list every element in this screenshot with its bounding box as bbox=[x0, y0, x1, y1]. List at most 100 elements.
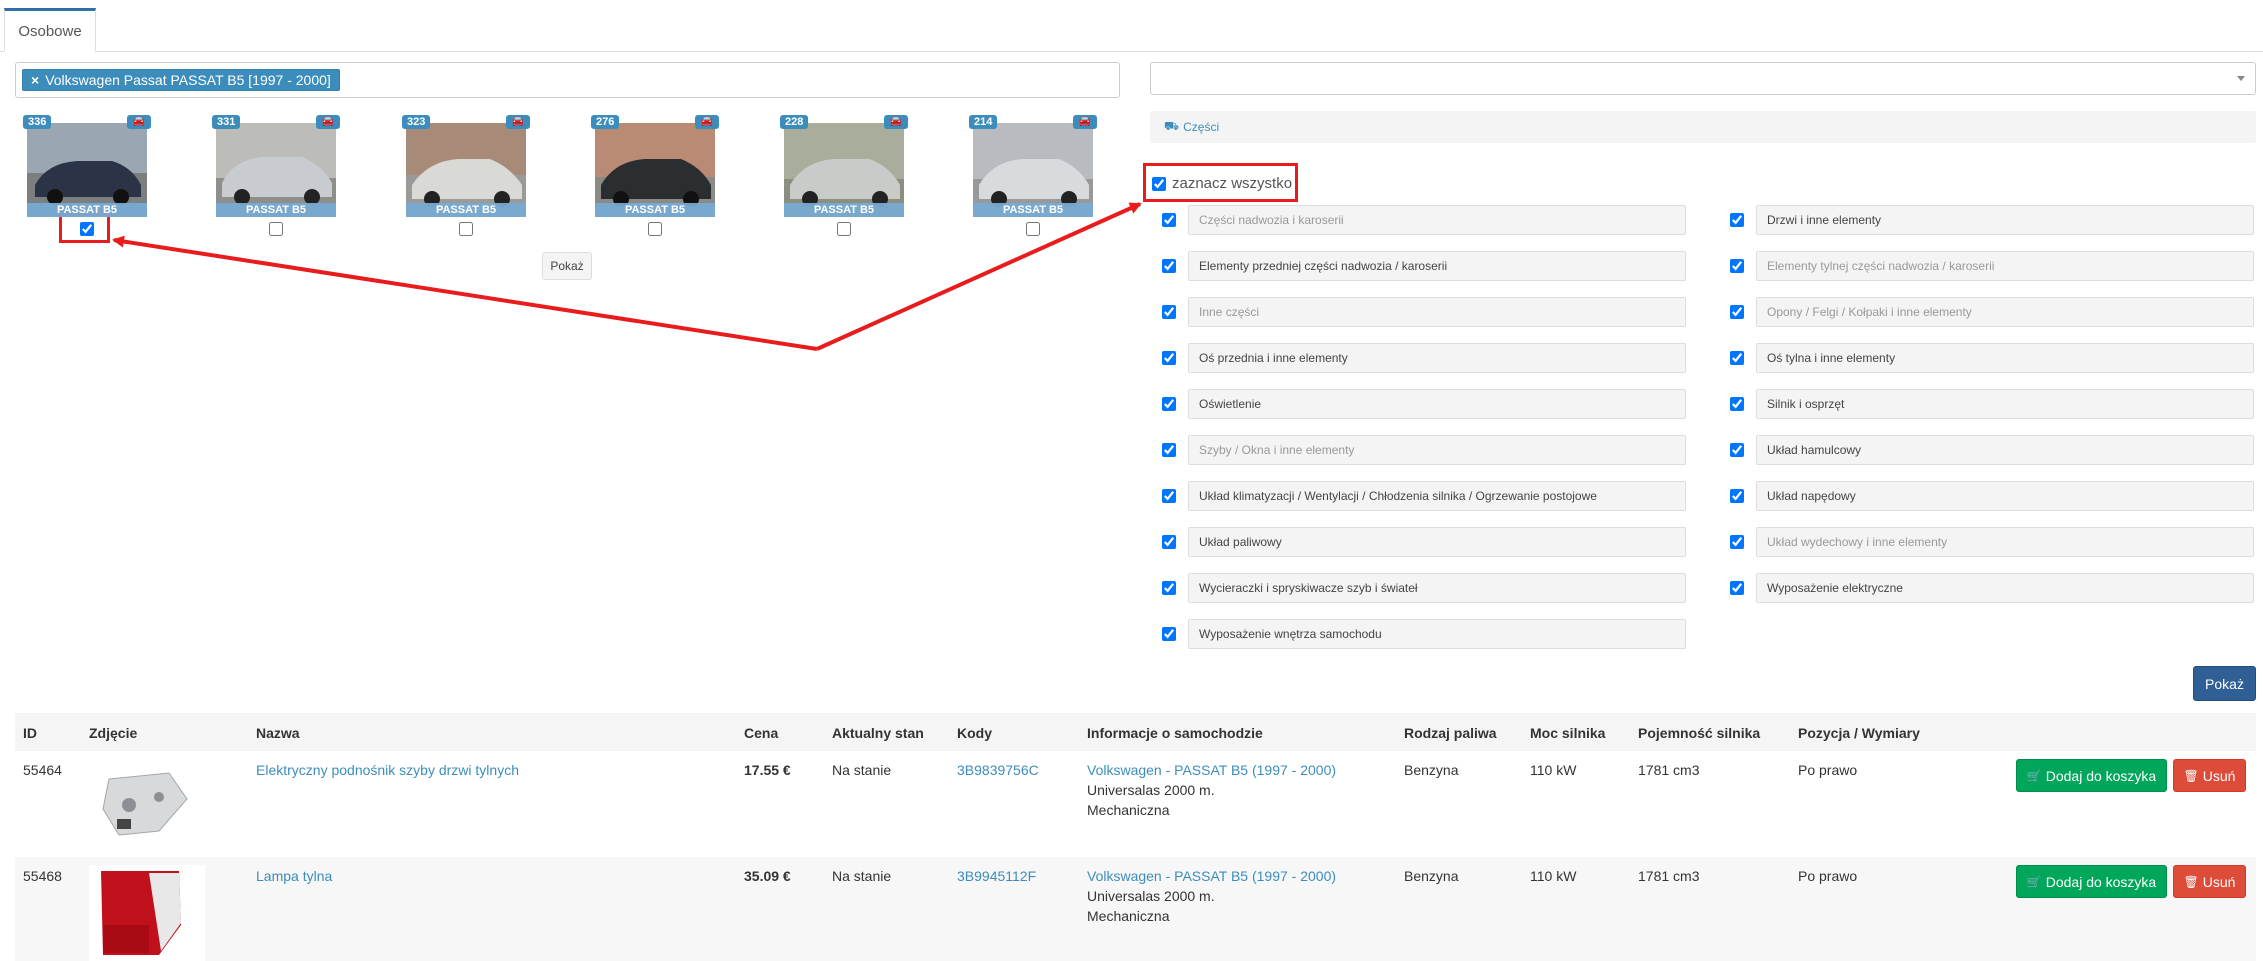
column-header: Nazwa bbox=[256, 725, 300, 741]
part-position: Po prawo bbox=[1798, 762, 1858, 778]
category-item[interactable]: Wyposażenie elektryczne bbox=[1718, 573, 2254, 603]
car-icon: 🚘 bbox=[127, 115, 151, 129]
category-item[interactable]: Elementy przedniej części nadwozia / kar… bbox=[1150, 251, 1686, 281]
category-checkbox-wrap[interactable] bbox=[1718, 343, 1756, 373]
add-to-cart-button[interactable]: 🛒 Dodaj do koszyka bbox=[2016, 759, 2167, 792]
category-checkbox[interactable] bbox=[1730, 535, 1744, 549]
car-checkbox[interactable] bbox=[269, 222, 283, 236]
car-count-badge: 336 bbox=[23, 115, 52, 129]
category-item[interactable]: Drzwi i inne elementy bbox=[1718, 205, 2254, 235]
category-item[interactable]: Wycieraczki i spryskiwacze szyb i świate… bbox=[1150, 573, 1686, 603]
model-filter-tag[interactable]: × Volkswagen Passat PASSAT B5 [1997 - 20… bbox=[22, 69, 340, 91]
category-item[interactable]: Szyby / Okna i inne elementy bbox=[1150, 435, 1686, 465]
category-item[interactable]: Elementy tylnej części nadwozia / karose… bbox=[1718, 251, 2254, 281]
category-checkbox-wrap[interactable] bbox=[1718, 435, 1756, 465]
add-to-cart-button[interactable]: 🛒 Dodaj do koszyka bbox=[2016, 865, 2167, 898]
category-checkbox-wrap[interactable] bbox=[1718, 481, 1756, 511]
delete-button[interactable]: 🗑 Usuń bbox=[2173, 759, 2246, 792]
category-checkbox[interactable] bbox=[1730, 397, 1744, 411]
car-checkbox[interactable] bbox=[648, 222, 662, 236]
column-header: Aktualny stan bbox=[832, 725, 924, 741]
category-checkbox-wrap[interactable] bbox=[1150, 389, 1188, 419]
car-model-label: PASSAT B5 bbox=[216, 203, 336, 217]
part-name-link[interactable]: Lampa tylna bbox=[256, 866, 332, 886]
category-checkbox-wrap[interactable] bbox=[1718, 297, 1756, 327]
category-item[interactable]: Układ wydechowy i inne elementy bbox=[1718, 527, 2254, 557]
category-item[interactable]: Wyposażenie wnętrza samochodu bbox=[1150, 619, 1686, 649]
part-photo[interactable] bbox=[89, 865, 205, 961]
category-checkbox-wrap[interactable] bbox=[1150, 251, 1188, 281]
category-label: Części nadwozia i karoserii bbox=[1188, 205, 1686, 235]
category-label: Opony / Felgi / Kołpaki i inne elementy bbox=[1756, 297, 2254, 327]
category-select[interactable] bbox=[1150, 62, 2256, 95]
car-info-link[interactable]: Volkswagen - PASSAT B5 (1997 - 2000) bbox=[1087, 866, 1336, 886]
category-item[interactable]: Części nadwozia i karoserii bbox=[1150, 205, 1686, 235]
category-item[interactable]: Oś tylna i inne elementy bbox=[1718, 343, 2254, 373]
category-checkbox[interactable] bbox=[1162, 305, 1176, 319]
model-filter-input[interactable]: × Volkswagen Passat PASSAT B5 [1997 - 20… bbox=[15, 62, 1120, 98]
tab-bar bbox=[0, 0, 2263, 52]
category-item[interactable]: Układ paliwowy bbox=[1150, 527, 1686, 557]
cart-icon: 🛒 bbox=[2026, 874, 2042, 889]
show-cars-button[interactable]: Pokaż bbox=[542, 252, 592, 280]
remove-tag-icon[interactable]: × bbox=[31, 72, 39, 88]
delete-button[interactable]: 🗑 Usuń bbox=[2173, 865, 2246, 898]
car-checkbox[interactable] bbox=[1026, 222, 1040, 236]
column-header: Cena bbox=[744, 725, 779, 741]
category-item[interactable]: Układ hamulcowy bbox=[1718, 435, 2254, 465]
delete-label: Usuń bbox=[2202, 873, 2236, 890]
category-checkbox[interactable] bbox=[1162, 627, 1176, 641]
category-checkbox-wrap[interactable] bbox=[1150, 205, 1188, 235]
category-checkbox[interactable] bbox=[1162, 397, 1176, 411]
part-photo[interactable] bbox=[89, 759, 205, 847]
category-checkbox-wrap[interactable] bbox=[1150, 619, 1188, 649]
part-code-link[interactable]: 3B9945112F bbox=[957, 866, 1036, 886]
category-checkbox-wrap[interactable] bbox=[1150, 343, 1188, 373]
arrow-to-select-all bbox=[816, 202, 1142, 351]
category-label: Układ klimatyzacji / Wentylacji / Chłodz… bbox=[1188, 481, 1686, 511]
tab-osobowe[interactable]: Osobowe bbox=[4, 8, 96, 52]
part-code-link[interactable]: 3B9839756C bbox=[957, 760, 1039, 780]
category-checkbox-wrap[interactable] bbox=[1718, 205, 1756, 235]
category-item[interactable]: Oświetlenie bbox=[1150, 389, 1686, 419]
category-checkbox-wrap[interactable] bbox=[1150, 435, 1188, 465]
category-item[interactable]: Opony / Felgi / Kołpaki i inne elementy bbox=[1718, 297, 2254, 327]
category-checkbox[interactable] bbox=[1162, 351, 1176, 365]
part-name-link[interactable]: Elektryczny podnośnik szyby drzwi tylnyc… bbox=[256, 760, 519, 780]
category-item[interactable]: Inne części bbox=[1150, 297, 1686, 327]
category-label: Układ wydechowy i inne elementy bbox=[1756, 527, 2254, 557]
category-checkbox-wrap[interactable] bbox=[1718, 389, 1756, 419]
category-checkbox[interactable] bbox=[1162, 581, 1176, 595]
category-checkbox[interactable] bbox=[1162, 259, 1176, 273]
category-item[interactable]: Układ klimatyzacji / Wentylacji / Chłodz… bbox=[1150, 481, 1686, 511]
category-checkbox-wrap[interactable] bbox=[1718, 251, 1756, 281]
parts-header[interactable]: ⛟ Części bbox=[1150, 111, 2256, 143]
category-checkbox-wrap[interactable] bbox=[1150, 527, 1188, 557]
category-checkbox[interactable] bbox=[1730, 489, 1744, 503]
car-info-link[interactable]: Volkswagen - PASSAT B5 (1997 - 2000) bbox=[1087, 760, 1336, 780]
category-checkbox[interactable] bbox=[1162, 443, 1176, 457]
category-checkbox[interactable] bbox=[1730, 259, 1744, 273]
category-checkbox-wrap[interactable] bbox=[1150, 481, 1188, 511]
category-checkbox[interactable] bbox=[1730, 581, 1744, 595]
category-checkbox[interactable] bbox=[1162, 213, 1176, 227]
category-checkbox[interactable] bbox=[1730, 213, 1744, 227]
category-checkbox[interactable] bbox=[1730, 351, 1744, 365]
category-checkbox-wrap[interactable] bbox=[1718, 573, 1756, 603]
category-checkbox[interactable] bbox=[1162, 489, 1176, 503]
category-checkbox[interactable] bbox=[1162, 535, 1176, 549]
category-item[interactable]: Silnik i osprzęt bbox=[1718, 389, 2254, 419]
category-checkbox-wrap[interactable] bbox=[1150, 573, 1188, 603]
category-item[interactable]: Oś przednia i inne elementy bbox=[1150, 343, 1686, 373]
category-checkbox[interactable] bbox=[1730, 305, 1744, 319]
car-checkbox[interactable] bbox=[837, 222, 851, 236]
show-parts-button[interactable]: Pokaż bbox=[2193, 666, 2256, 701]
car-checkbox[interactable] bbox=[459, 222, 473, 236]
highlight-box bbox=[1143, 163, 1298, 202]
category-checkbox[interactable] bbox=[1730, 443, 1744, 457]
category-checkbox-wrap[interactable] bbox=[1718, 527, 1756, 557]
category-label: Układ hamulcowy bbox=[1756, 435, 2254, 465]
category-label: Elementy tylnej części nadwozia / karose… bbox=[1756, 251, 2254, 281]
category-checkbox-wrap[interactable] bbox=[1150, 297, 1188, 327]
category-item[interactable]: Układ napędowy bbox=[1718, 481, 2254, 511]
